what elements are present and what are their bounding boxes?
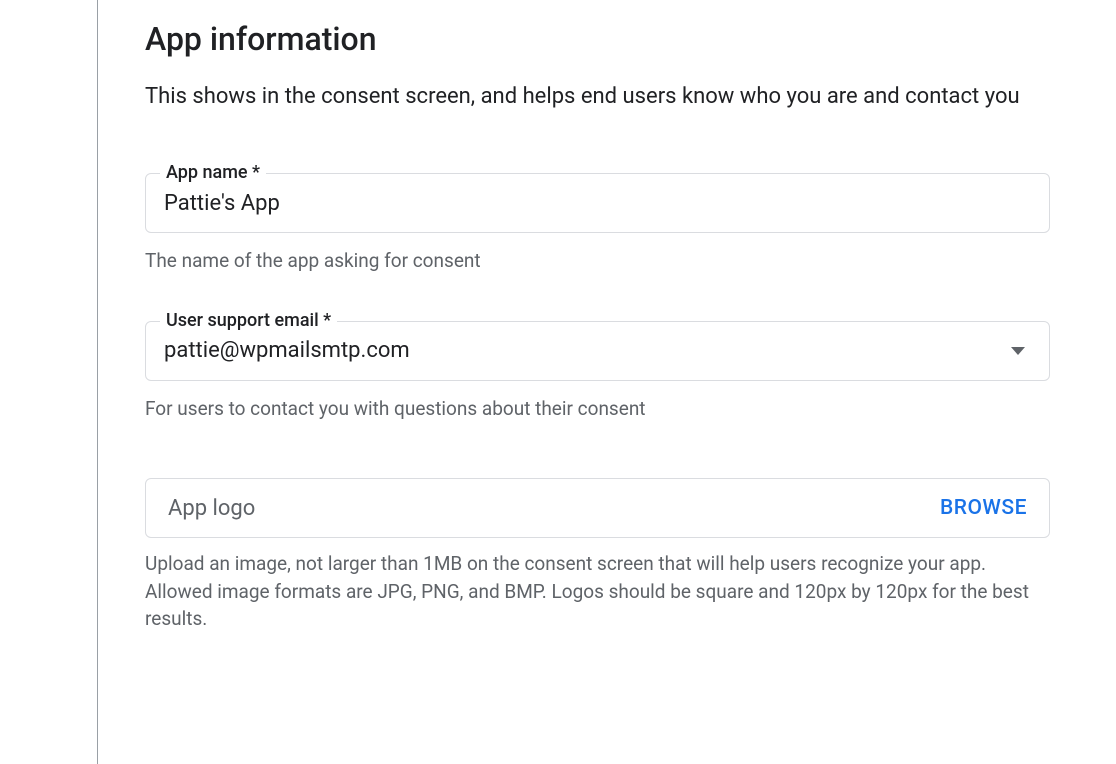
app-logo-helper: Upload an image, not larger than 1MB on … — [145, 550, 1050, 633]
section-description: This shows in the consent screen, and he… — [145, 80, 1050, 113]
chevron-down-icon — [1011, 347, 1025, 355]
vertical-divider — [97, 0, 98, 764]
app-name-label: App name * — [160, 162, 266, 183]
support-email-label: User support email * — [160, 310, 337, 331]
browse-button[interactable]: BROWSE — [940, 496, 1027, 520]
support-email-helper: For users to contact you with questions … — [145, 395, 1050, 423]
app-name-field[interactable]: App name * — [145, 173, 1050, 233]
app-information-section: App information This shows in the consen… — [145, 20, 1050, 633]
section-title: App information — [145, 20, 1050, 58]
support-email-value: pattie@wpmailsmtp.com — [164, 338, 410, 363]
support-email-field[interactable]: User support email * pattie@wpmailsmtp.c… — [145, 321, 1050, 381]
app-name-helper: The name of the app asking for consent — [145, 247, 1050, 275]
app-name-field-wrap: App name * — [145, 173, 1050, 233]
app-logo-placeholder: App logo — [168, 496, 255, 521]
app-name-input[interactable] — [164, 191, 1031, 216]
app-logo-field[interactable]: App logo BROWSE — [145, 478, 1050, 538]
support-email-field-wrap: User support email * pattie@wpmailsmtp.c… — [145, 321, 1050, 381]
